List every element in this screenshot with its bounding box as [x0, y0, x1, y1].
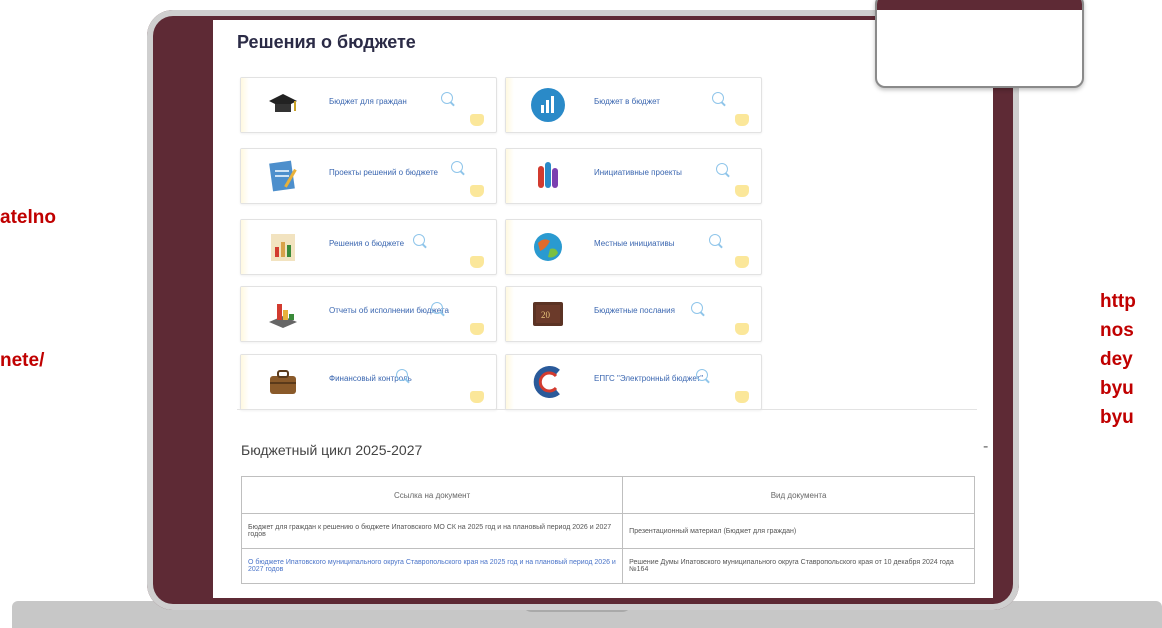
document-link-cell: О бюджете Ипатовского муниципального окр…: [240, 548, 624, 584]
pointer-hand-icon: [735, 391, 749, 403]
tile-label: Местные инициативы: [594, 239, 675, 248]
search-icon: [431, 302, 443, 314]
tile-stripe: [506, 220, 514, 274]
column-header-document-type: Вид документа: [622, 476, 975, 514]
search-icon: [696, 369, 708, 381]
tile-label: Бюджет для граждан: [329, 97, 407, 106]
tile-execution-reports[interactable]: Отчеты об исполнении бюджета: [240, 286, 497, 342]
tile-label: Бюджет в бюджет: [594, 97, 660, 106]
tile-label: Инициативные проекты: [594, 168, 682, 177]
tile-initiative-projects[interactable]: Инициативные проекты: [505, 148, 762, 204]
pointer-hand-icon: [470, 114, 484, 126]
column-header-document-link: Ссылка на документ: [240, 476, 624, 514]
table-header-row: Ссылка на документ Вид документа: [240, 476, 975, 514]
side-caption-right-line: http: [1100, 291, 1136, 312]
tile-stripe: [241, 287, 249, 341]
tile-label: Бюджетные послания: [594, 306, 675, 315]
graduation-cap-icon: [265, 87, 301, 123]
search-icon: [441, 92, 453, 104]
tile-stripe: [241, 220, 249, 274]
search-icon: [716, 163, 728, 175]
search-icon: [709, 234, 721, 246]
tile-stripe: [506, 355, 514, 409]
table-row: О бюджете Ипатовского муниципального окр…: [240, 548, 975, 584]
tile-label: ЕПГС "Электронный бюджет": [594, 374, 704, 383]
side-caption-right-line: nos: [1100, 320, 1134, 341]
document-pencil-icon: [265, 158, 301, 194]
tile-stripe: [506, 149, 514, 203]
svg-text:20: 20: [541, 310, 551, 320]
pointer-hand-icon: [735, 256, 749, 268]
stacked-chart-icon: [265, 296, 301, 332]
report-chart-icon: [265, 229, 301, 265]
tile-financial-control[interactable]: Финансовый контроль: [240, 354, 497, 410]
search-icon: [712, 92, 724, 104]
budget-cycle-title[interactable]: Бюджетный цикл 2025-2027: [241, 442, 422, 458]
tile-stripe: [241, 355, 249, 409]
briefcase-icon: [265, 364, 301, 400]
documents-table: Ссылка на документ Вид документа Бюджет …: [240, 476, 975, 584]
floating-card: [875, 0, 1084, 88]
tile-draft-decisions[interactable]: Проекты решений о бюджете: [240, 148, 497, 204]
floating-card-header: [877, 0, 1082, 10]
e-budget-logo-icon: [530, 364, 566, 400]
pointer-hand-icon: [735, 114, 749, 126]
side-caption-left-2: nete/: [0, 350, 45, 371]
raised-hands-icon: [530, 158, 566, 194]
pointer-hand-icon: [470, 256, 484, 268]
tile-local-initiatives[interactable]: Местные инициативы: [505, 219, 762, 275]
pointer-hand-icon: [735, 185, 749, 197]
pointer-hand-icon: [470, 323, 484, 335]
tile-budget[interactable]: Бюджет в бюджет: [505, 77, 762, 133]
tile-stripe: [506, 287, 514, 341]
document-type-cell: Решение Думы Ипатовского муниципального …: [622, 548, 975, 584]
tile-e-budget[interactable]: ЕПГС "Электронный бюджет": [505, 354, 762, 410]
search-icon: [691, 302, 703, 314]
search-icon: [396, 369, 408, 381]
tile-budget-decisions[interactable]: Решения о бюджете: [240, 219, 497, 275]
document-link-cell: Бюджет для граждан к решению о бюджете И…: [240, 513, 624, 549]
search-icon: [413, 234, 425, 246]
tile-budget-for-citizens[interactable]: Бюджет для граждан: [240, 77, 497, 133]
book-icon: 20: [530, 296, 566, 332]
document-type-cell: Презентационный материал (Бюджет для гра…: [622, 513, 975, 549]
pointer-hand-icon: [735, 323, 749, 335]
section-divider: [237, 409, 977, 410]
side-caption-right-line: byu: [1100, 407, 1134, 428]
search-icon: [451, 161, 463, 173]
pointer-hand-icon: [470, 391, 484, 403]
document-link[interactable]: О бюджете Ипатовского муниципального окр…: [248, 559, 616, 573]
tile-stripe: [241, 149, 249, 203]
side-caption-left-1: atelno: [0, 207, 56, 228]
table-row: Бюджет для граждан к решению о бюджете И…: [240, 513, 975, 549]
side-caption-right-line: dey: [1100, 349, 1133, 370]
tile-budget-messages[interactable]: 20 Бюджетные послания: [505, 286, 762, 342]
bar-chart-icon: [530, 87, 566, 123]
pointer-hand-icon: [470, 185, 484, 197]
tile-label: Проекты решений о бюджете: [329, 168, 438, 177]
laptop-screen: Решения о бюджете Бюджет для граждан Бюд…: [213, 20, 993, 598]
tile-stripe: [506, 78, 514, 132]
tile-label: Решения о бюджете: [329, 239, 405, 248]
globe-icon: [530, 229, 566, 265]
side-caption-right-line: byu: [1100, 378, 1134, 399]
side-caption-right: http nos dey byu byu: [1100, 287, 1136, 432]
collapse-toggle[interactable]: -: [983, 438, 988, 456]
tile-stripe: [241, 78, 249, 132]
page-title: Решения о бюджете: [237, 32, 416, 52]
